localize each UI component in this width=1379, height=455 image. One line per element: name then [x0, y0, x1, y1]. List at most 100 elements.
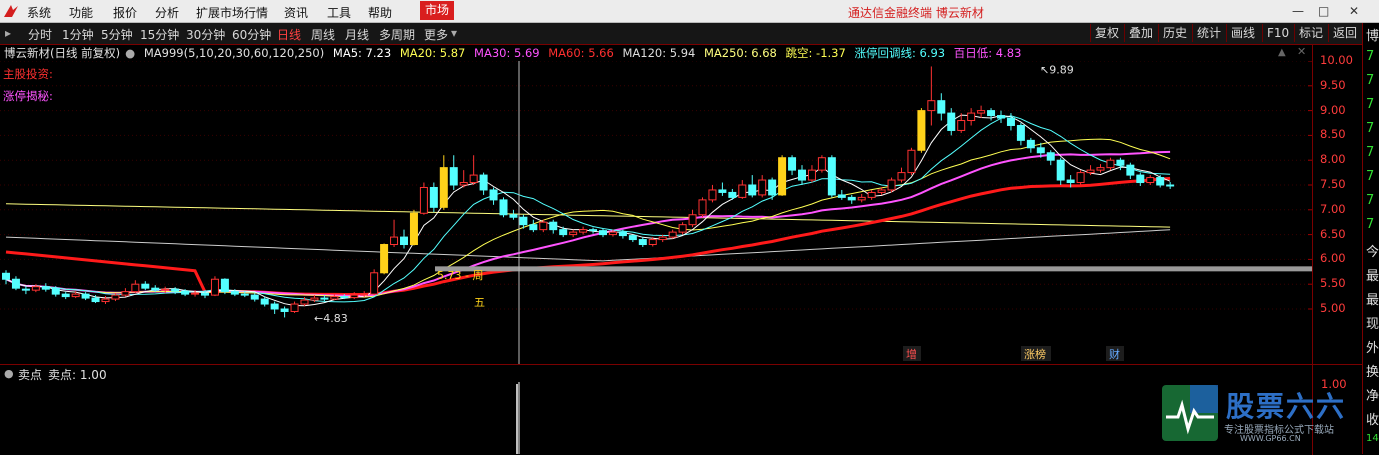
mark-button[interactable]: 标记: [1294, 24, 1327, 42]
candle-body: [579, 229, 588, 233]
menu-analysis[interactable]: 分析: [155, 4, 179, 21]
indicator-formula[interactable]: MA999(5,10,20,30,60,120,250): [144, 46, 324, 60]
candle-body: [51, 287, 60, 295]
candle-body: [121, 291, 130, 296]
candle-body: [151, 287, 160, 291]
tab-multi-period[interactable]: 多周期: [379, 26, 415, 43]
candle-body: [1086, 169, 1095, 174]
candle-body: [81, 293, 90, 299]
stock-name: 博云新材(日线 前复权): [4, 46, 121, 60]
ma20-line: [5, 138, 1171, 298]
candle-body: [718, 189, 727, 193]
menu-system[interactable]: 系统: [27, 4, 51, 21]
menu-bar: 系统 功能 报价 分析 扩展市场行情 资讯 工具 帮助 市场 通达信金融终端 博…: [0, 0, 1379, 23]
tab-30min[interactable]: 30分钟: [186, 26, 225, 43]
breakout-annotation: 5.73 - 周: [437, 269, 483, 282]
price-tick-label: 10.00: [1320, 53, 1353, 67]
candle-body: [250, 294, 259, 300]
indicator-info-line: 博云新材(日线 前复权) ● MA999(5,10,20,30,60,120,25…: [0, 45, 1026, 61]
watermark-logo-icon: [1162, 385, 1218, 441]
more-dropdown-icon[interactable]: ▾: [451, 26, 457, 40]
candle-body: [131, 283, 140, 293]
candle-body: [589, 229, 598, 232]
candle-body: [111, 294, 120, 300]
candle-body: [539, 221, 548, 231]
window-title: 通达信金融终端 博云新材: [848, 6, 984, 20]
candle-body: [559, 229, 568, 236]
candle-body: [101, 298, 110, 303]
menu-function[interactable]: 功能: [69, 4, 93, 21]
draw-button[interactable]: 画线: [1226, 24, 1259, 42]
sub-indicator-title[interactable]: 卖点: [18, 366, 42, 383]
sub-indicator-menu-icon[interactable]: ●: [4, 367, 14, 380]
candlestick-chart[interactable]: 5.73 - 周五 ←4.83 ↖9.89 增 涨榜 财: [0, 61, 1312, 364]
candle-body: [1046, 152, 1055, 161]
candle-body: [967, 112, 976, 122]
collapse-up-icon[interactable]: ▲: [1278, 47, 1286, 58]
right-strip-char: 7: [1366, 145, 1375, 160]
candle-body: [409, 212, 418, 246]
tab-monthly[interactable]: 月线: [345, 26, 369, 43]
watermark-brand: 股票六六: [1226, 390, 1347, 423]
tab-weekly[interactable]: 周线: [311, 26, 335, 43]
candle-body: [489, 189, 498, 201]
candle-body: [161, 288, 170, 291]
right-strip-char: 最: [1366, 293, 1379, 308]
back-button[interactable]: 返回: [1328, 24, 1361, 42]
panel-close-icon[interactable]: ✕: [1297, 45, 1306, 58]
candle-body: [599, 230, 607, 236]
candle-body: [280, 308, 289, 312]
candle-body: [798, 169, 806, 181]
maximize-icon[interactable]: □: [1318, 4, 1329, 18]
tab-5min[interactable]: 5分钟: [101, 26, 133, 43]
right-strip-char: 14: [1366, 433, 1379, 444]
f10-button[interactable]: F10: [1262, 24, 1293, 42]
price-tick-label: 6.00: [1320, 251, 1346, 266]
candle-body: [1036, 147, 1045, 154]
menu-news[interactable]: 资讯: [284, 4, 308, 21]
menu-quote[interactable]: 报价: [113, 4, 137, 21]
sell-point-chart: [516, 382, 520, 454]
candle-body: [788, 157, 797, 171]
right-strip-char: 7: [1366, 97, 1375, 112]
tab-60min[interactable]: 60分钟: [232, 26, 271, 43]
candle-body: [1106, 159, 1115, 169]
indicator-menu-icon[interactable]: ●: [125, 46, 135, 60]
candle-body: [957, 120, 966, 131]
tab-15min[interactable]: 15分钟: [140, 26, 179, 43]
close-icon[interactable]: ✕: [1349, 4, 1359, 18]
ma60-value: MA60: 5.66: [548, 46, 614, 60]
history-button[interactable]: 历史: [1158, 24, 1191, 42]
candle-body: [768, 179, 777, 196]
tab-daily[interactable]: 日线: [277, 26, 301, 43]
candle-body: [469, 174, 478, 184]
tab-1min[interactable]: 1分钟: [62, 26, 94, 43]
menu-extended-market[interactable]: 扩展市场行情: [196, 4, 268, 21]
price-tick-label: 9.50: [1320, 77, 1346, 92]
ma120-value: MA120: 5.94: [622, 46, 696, 60]
right-strip-char: 换: [1366, 365, 1379, 380]
stats-button[interactable]: 统计: [1192, 24, 1225, 42]
candle-body: [519, 216, 528, 226]
candle-body: [569, 231, 578, 236]
gap-value: 跳空: -1.37: [785, 46, 846, 60]
candle-body: [1156, 177, 1165, 186]
adjust-button[interactable]: 复权: [1090, 24, 1123, 42]
menu-help[interactable]: 帮助: [368, 4, 392, 21]
market-button[interactable]: 市场: [420, 1, 455, 20]
candle-body: [210, 278, 219, 296]
candle-body: [290, 303, 299, 312]
menu-tools[interactable]: 工具: [327, 4, 351, 21]
toolbar-arrow-icon[interactable]: ▸: [5, 26, 11, 40]
candle-body: [688, 214, 697, 226]
minimize-icon[interactable]: —: [1292, 4, 1304, 18]
tab-more[interactable]: 更多: [424, 26, 448, 43]
candle-body: [370, 272, 379, 295]
candle-body: [648, 239, 657, 246]
candle-body: [439, 167, 448, 208]
candle-body: [380, 244, 389, 274]
overlay-button[interactable]: 叠加: [1124, 24, 1157, 42]
candle-body: [857, 196, 866, 201]
tab-timeshare[interactable]: 分时: [28, 26, 52, 43]
ma20-value: MA20: 5.87: [399, 46, 466, 60]
